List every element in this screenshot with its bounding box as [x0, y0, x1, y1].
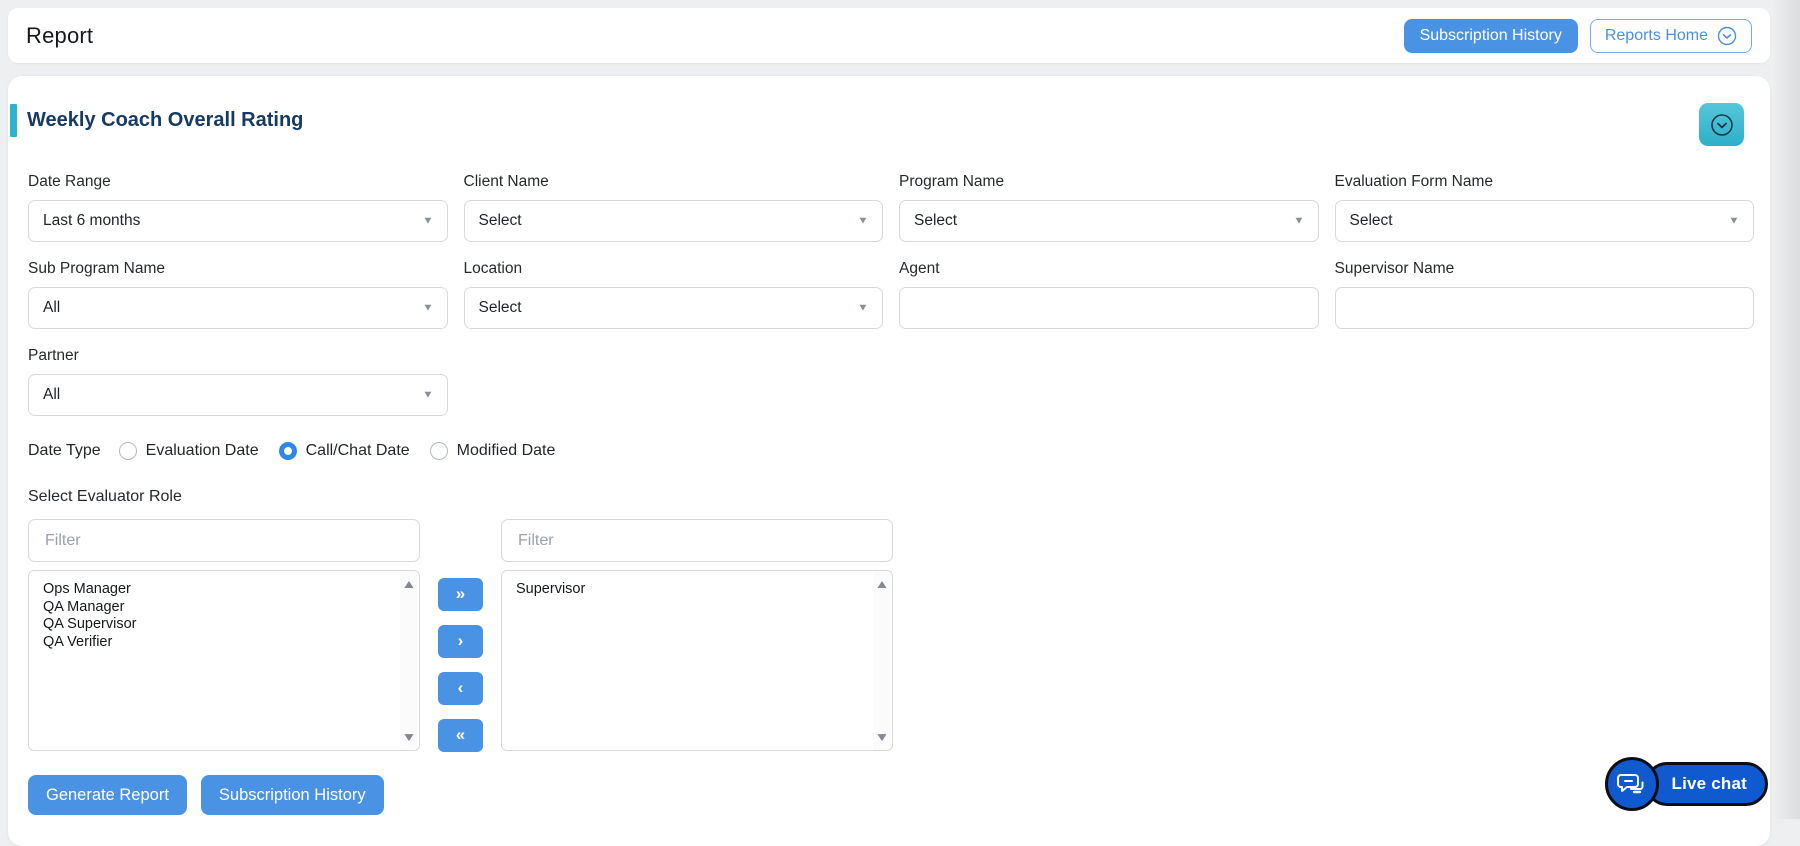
- caret-down-icon: ▼: [1728, 215, 1740, 227]
- listbox-scrollbar[interactable]: ▲ ▼: [873, 572, 891, 749]
- radio-call-chat-date-checked[interactable]: [278, 442, 297, 460]
- available-roles-column: Ops ManagerQA ManagerQA SupervisorQA Ver…: [28, 519, 420, 751]
- select-location[interactable]: Select ▼: [463, 287, 883, 329]
- subscription-history-button-bottom[interactable]: Subscription History: [200, 775, 384, 815]
- select-partner[interactable]: All ▼: [28, 374, 448, 416]
- list-item-ops-manager[interactable]: Ops Manager: [43, 581, 393, 599]
- evaluator-role-dual-list: Ops ManagerQA ManagerQA SupervisorQA Ver…: [28, 519, 1748, 752]
- caret-down-icon: ▼: [1292, 215, 1305, 227]
- select-client-name[interactable]: Select ▼: [463, 200, 883, 242]
- caret-down-icon: ▼: [421, 302, 434, 314]
- chat-bubble-icon: [1604, 757, 1659, 811]
- radio-option-call-chat-date[interactable]: Call/Chat Date: [278, 442, 410, 460]
- transfer-buttons: » › ‹ «: [438, 578, 483, 752]
- page-title: Report: [26, 22, 94, 48]
- radio-evaluation-date[interactable]: [118, 442, 137, 460]
- caret-down-icon: ▼: [421, 215, 434, 227]
- select-value-evaluation-form-name: Select: [1349, 212, 1393, 229]
- move-right-button[interactable]: ›: [438, 625, 483, 658]
- top-header: Report Subscription History Reports Home: [8, 8, 1770, 63]
- caret-down-icon: ▼: [857, 302, 869, 314]
- available-roles-filter-input[interactable]: [28, 519, 420, 562]
- page-edge-shadow: [1772, 0, 1800, 819]
- selected-roles-filter-input[interactable]: [501, 519, 893, 562]
- field-label-date-range: Date Range: [28, 173, 111, 190]
- list-item-qa-supervisor[interactable]: QA Supervisor: [43, 616, 393, 634]
- radio-option-evaluation-date[interactable]: Evaluation Date: [118, 442, 259, 460]
- listbox-scrollbar[interactable]: ▲ ▼: [400, 572, 418, 749]
- reports-home-label: Reports Home: [1604, 26, 1708, 44]
- select-value-sub-program-name: All: [43, 299, 61, 316]
- list-item-supervisor[interactable]: Supervisor: [516, 581, 866, 599]
- report-filter-panel: Weekly Coach Overall Rating Date Range La…: [8, 76, 1770, 846]
- list-item-qa-verifier[interactable]: QA Verifier: [43, 634, 393, 652]
- chevron-down-circle-icon: [1717, 26, 1737, 46]
- select-date-range[interactable]: Last 6 months ▼: [28, 200, 448, 242]
- field-sub-program-name: Sub Program Name All ▼: [28, 260, 448, 329]
- field-label-partner: Partner: [28, 347, 79, 364]
- list-item-qa-manager[interactable]: QA Manager: [43, 599, 393, 617]
- select-evaluation-form-name[interactable]: Select ▼: [1334, 200, 1754, 242]
- field-label-location: Location: [463, 260, 523, 277]
- radio-label-modified-date: Modified Date: [456, 442, 556, 459]
- radio-label-evaluation-date: Evaluation Date: [145, 442, 259, 459]
- selected-roles-list[interactable]: Supervisor ▲ ▼: [501, 570, 893, 751]
- radio-option-modified-date[interactable]: Modified Date: [429, 442, 556, 460]
- live-chat-label: Live chat: [1671, 774, 1747, 793]
- radio-label-call-chat-date: Call/Chat Date: [305, 442, 410, 459]
- select-value-location: Select: [478, 299, 522, 316]
- input-agent[interactable]: [899, 287, 1319, 329]
- caret-down-icon: ▼: [421, 389, 434, 401]
- field-client-name: Client Name Select ▼: [463, 173, 883, 242]
- field-supervisor-name: Supervisor Name: [1334, 260, 1754, 329]
- chevron-down-circle-icon: [1709, 112, 1735, 138]
- field-label-program-name: Program Name: [899, 173, 1005, 190]
- field-agent: Agent: [899, 260, 1319, 329]
- field-label-supervisor-name: Supervisor Name: [1334, 260, 1455, 277]
- move-all-left-button[interactable]: «: [438, 719, 483, 752]
- field-evaluation-form-name: Evaluation Form Name Select ▼: [1334, 173, 1754, 242]
- move-all-right-button[interactable]: »: [438, 578, 483, 611]
- live-chat-pill: Live chat: [1644, 762, 1768, 806]
- field-date-range: Date Range Last 6 months ▼: [28, 173, 448, 242]
- select-value-program-name: Select: [914, 212, 958, 229]
- scroll-up-icon[interactable]: ▲: [401, 578, 416, 590]
- collapse-panel-button[interactable]: [1699, 103, 1744, 146]
- field-label-client-name: Client Name: [463, 173, 549, 190]
- selected-roles-column: Supervisor▲▼: [501, 519, 893, 751]
- radio-modified-date[interactable]: [429, 442, 448, 460]
- scroll-up-icon[interactable]: ▲: [874, 578, 889, 590]
- panel-body: Date Range Last 6 months ▼ Client Name Selec…: [8, 173, 1754, 815]
- caret-down-icon: ▼: [857, 215, 869, 227]
- scroll-down-icon[interactable]: ▼: [401, 731, 416, 743]
- select-sub-program-name[interactable]: All ▼: [28, 287, 448, 329]
- select-value-date-range: Last 6 months: [43, 212, 141, 229]
- evaluator-role-label: Select Evaluator Role: [28, 488, 182, 505]
- filter-grid: Date Range Last 6 months ▼ Client Name Selec…: [28, 173, 1754, 416]
- panel-title-row: Weekly Coach Overall Rating: [8, 103, 1748, 146]
- reports-home-button[interactable]: Reports Home: [1589, 18, 1752, 53]
- field-location: Location Select ▼: [463, 260, 883, 329]
- input-supervisor-name[interactable]: [1334, 287, 1754, 329]
- select-value-partner: All: [43, 386, 61, 403]
- field-label-agent: Agent: [899, 260, 940, 277]
- subscription-history-button-top[interactable]: Subscription History: [1403, 18, 1578, 53]
- select-value-client-name: Select: [478, 212, 522, 229]
- generate-report-button[interactable]: Generate Report: [28, 775, 187, 815]
- field-partner: Partner All ▼: [28, 347, 448, 416]
- field-label-sub-program-name: Sub Program Name: [28, 260, 165, 277]
- actions-row: Generate Report Subscription History: [28, 775, 1748, 815]
- header-actions: Subscription History Reports Home: [1403, 18, 1752, 53]
- scroll-down-icon[interactable]: ▼: [874, 731, 889, 743]
- field-program-name: Program Name Select ▼: [899, 173, 1319, 242]
- move-left-button[interactable]: ‹: [438, 672, 483, 705]
- date-type-label: Date Type: [28, 442, 101, 459]
- available-roles-list[interactable]: Ops Manager QA Manager QA Supervisor QA Ver…: [28, 570, 420, 751]
- select-program-name[interactable]: Select ▼: [899, 200, 1319, 242]
- date-type-row: Date Type Evaluation Date Call/Chat Date M…: [28, 442, 1748, 460]
- live-chat-button[interactable]: Live chat: [1604, 757, 1768, 811]
- title-accent-bar: [10, 104, 17, 137]
- panel-title: Weekly Coach Overall Rating: [27, 109, 304, 131]
- field-label-evaluation-form-name: Evaluation Form Name: [1334, 173, 1494, 190]
